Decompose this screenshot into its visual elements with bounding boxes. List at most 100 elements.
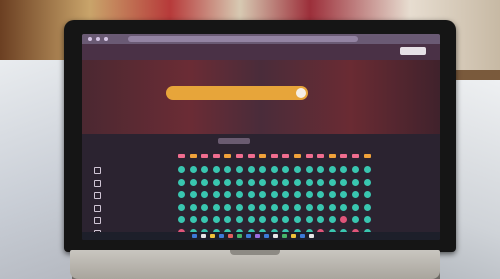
status-dot[interactable]	[328, 191, 336, 199]
status-dot[interactable]	[305, 216, 313, 224]
header-button[interactable]	[400, 47, 426, 55]
status-dot[interactable]	[236, 166, 243, 173]
status-dot[interactable]	[340, 178, 348, 186]
status-dot[interactable]	[212, 178, 220, 186]
status-dot[interactable]	[363, 203, 371, 211]
column-header-chip	[178, 154, 185, 158]
column-header-chip	[259, 154, 267, 158]
laptop-base	[70, 250, 440, 279]
taskbar-app-icon[interactable]	[291, 234, 296, 238]
column-header-chip	[247, 154, 255, 158]
taskbar-app-icon[interactable]	[255, 234, 260, 238]
checkbox-icon[interactable]	[94, 167, 101, 174]
column-header-chip	[270, 154, 278, 158]
status-dot[interactable]	[259, 178, 267, 186]
section-tab[interactable]	[218, 138, 250, 144]
search-icon[interactable]	[296, 88, 306, 98]
column-header-chip	[224, 154, 232, 158]
status-dot[interactable]	[201, 203, 209, 211]
status-dot[interactable]	[212, 191, 220, 199]
status-dot[interactable]	[294, 178, 301, 186]
status-dot[interactable]	[201, 178, 209, 186]
column-header-chip	[340, 154, 348, 158]
status-dot[interactable]	[282, 178, 290, 186]
status-dot[interactable]	[363, 166, 371, 173]
status-dot[interactable]	[224, 178, 232, 186]
status-dot[interactable]	[270, 166, 278, 173]
status-dot[interactable]	[328, 203, 336, 211]
status-dot[interactable]	[189, 166, 197, 173]
os-taskbar	[82, 232, 440, 240]
column-header-chip	[189, 154, 197, 158]
column-header-chip	[282, 154, 290, 158]
status-dot[interactable]	[294, 203, 301, 211]
status-dot[interactable]	[270, 203, 278, 211]
column-header-chip	[352, 154, 359, 158]
status-dot[interactable]	[178, 178, 185, 186]
status-dot[interactable]	[236, 203, 243, 211]
status-dot[interactable]	[305, 166, 313, 173]
status-dot[interactable]	[363, 191, 371, 199]
status-dot[interactable]	[189, 178, 197, 186]
status-dot[interactable]	[352, 203, 359, 211]
status-dot[interactable]	[294, 166, 301, 173]
status-dot[interactable]	[270, 178, 278, 186]
search-input[interactable]	[166, 86, 308, 100]
data-grid-panel	[82, 134, 440, 240]
status-dot[interactable]	[363, 178, 371, 186]
browser-tab-icon[interactable]	[96, 37, 100, 41]
status-dot[interactable]	[189, 203, 197, 211]
status-dot[interactable]	[352, 166, 359, 173]
status-dot[interactable]	[247, 166, 255, 173]
status-dot[interactable]	[317, 203, 325, 211]
browser-tab-icon[interactable]	[104, 37, 108, 41]
app-header	[82, 44, 440, 60]
status-dot[interactable]	[259, 203, 267, 211]
column-header-chip	[236, 154, 243, 158]
column-header-chip	[305, 154, 313, 158]
status-dot[interactable]	[212, 203, 220, 211]
status-dot[interactable]	[178, 166, 185, 173]
taskbar-app-icon[interactable]	[237, 234, 242, 238]
status-dot[interactable]	[363, 216, 371, 224]
status-dot[interactable]	[270, 191, 278, 199]
taskbar-app-icon[interactable]	[201, 234, 206, 238]
taskbar-app-icon[interactable]	[228, 234, 233, 238]
checkbox-icon[interactable]	[94, 204, 101, 212]
address-bar[interactable]	[128, 36, 358, 42]
taskbar-app-icon[interactable]	[210, 234, 215, 238]
status-dot[interactable]	[247, 203, 255, 211]
browser-tab-icon[interactable]	[88, 37, 92, 41]
status-dot[interactable]	[189, 191, 197, 199]
taskbar-app-icon[interactable]	[246, 234, 251, 238]
status-dot[interactable]	[305, 203, 313, 211]
status-dot[interactable]	[328, 178, 336, 186]
column-header-chip	[328, 154, 336, 158]
status-dot[interactable]	[236, 178, 243, 186]
checkbox-icon[interactable]	[94, 192, 101, 200]
column-header-chip	[363, 154, 371, 158]
status-dot[interactable]	[317, 178, 325, 186]
taskbar-app-icon[interactable]	[264, 234, 269, 238]
taskbar-app-icon[interactable]	[273, 234, 278, 238]
taskbar-app-icon[interactable]	[192, 234, 197, 238]
status-dot[interactable]	[189, 216, 197, 224]
status-dot[interactable]	[328, 166, 336, 173]
checkbox-icon[interactable]	[94, 217, 101, 225]
taskbar-app-icon[interactable]	[219, 234, 224, 238]
status-dot[interactable]	[305, 191, 313, 199]
paper-stack-left	[0, 60, 72, 279]
status-dot[interactable]	[247, 191, 255, 199]
status-dot[interactable]	[178, 203, 185, 211]
status-dot[interactable]	[305, 178, 313, 186]
checkbox-icon[interactable]	[94, 179, 101, 187]
taskbar-app-icon[interactable]	[309, 234, 314, 238]
status-dot[interactable]	[247, 178, 255, 186]
status-dot[interactable]	[247, 216, 255, 224]
column-header-chip	[201, 154, 209, 158]
photo-scene	[0, 0, 500, 279]
status-dot[interactable]	[352, 178, 359, 186]
taskbar-app-icon[interactable]	[282, 234, 287, 238]
taskbar-app-icon[interactable]	[300, 234, 305, 238]
status-dot[interactable]	[212, 166, 220, 173]
